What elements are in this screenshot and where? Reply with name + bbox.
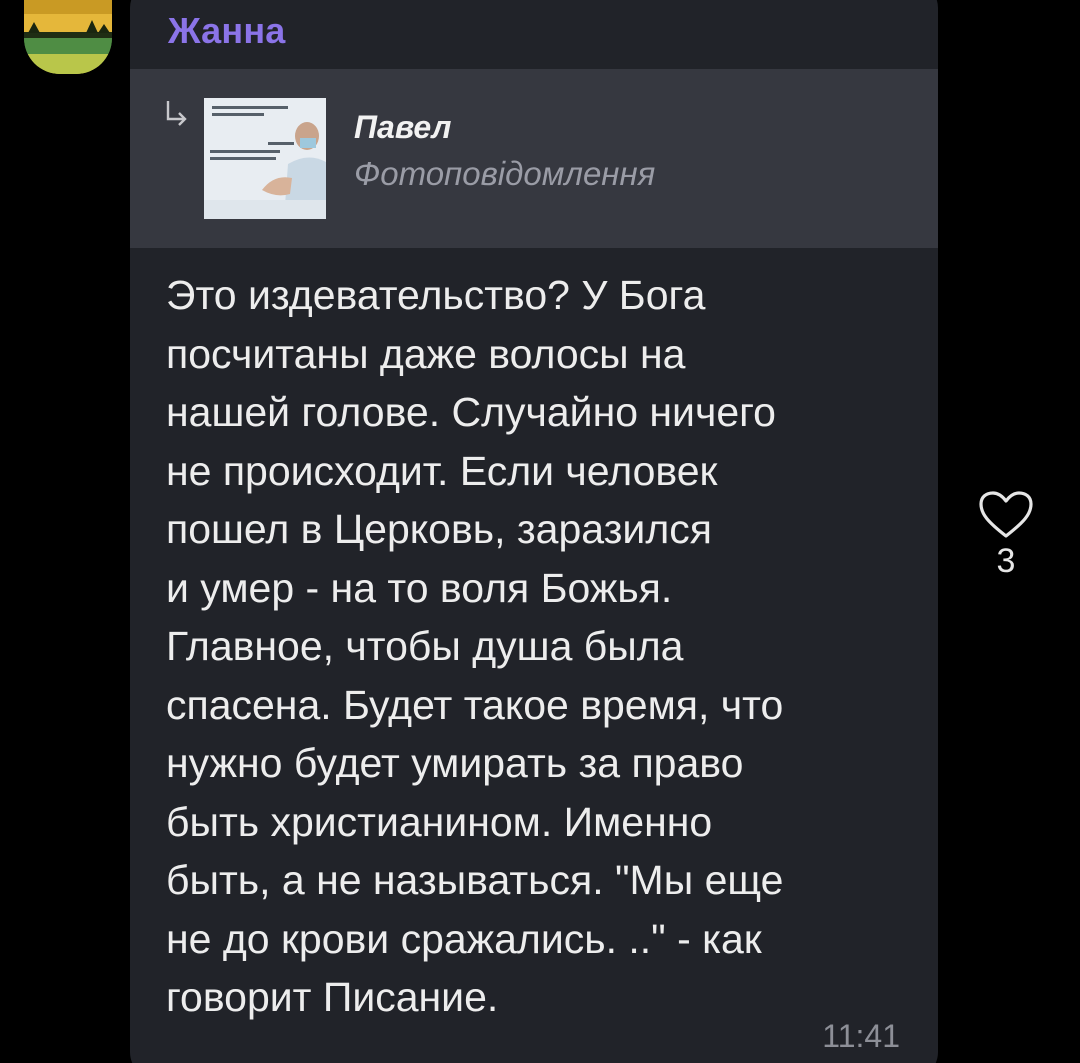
heart-reaction[interactable]: 3 xyxy=(973,490,1039,590)
sender-avatar[interactable] xyxy=(24,0,112,74)
reaction-count: 3 xyxy=(996,542,1016,580)
reply-author-name: Павел xyxy=(354,109,452,145)
heart-outline-icon[interactable] xyxy=(978,490,1034,540)
chat-screen: Жанна Павел Фотоповідомлення Это издеват… xyxy=(0,0,1080,1063)
sender-name[interactable]: Жанна xyxy=(168,10,286,52)
message-text: Это издевательство? У Бога посчитаны даж… xyxy=(166,272,784,1020)
message-time: 11:41 xyxy=(822,1018,900,1054)
reply-photo-thumbnail[interactable] xyxy=(204,98,326,219)
reply-media-type: Фотоповідомлення xyxy=(354,155,656,192)
reply-arrow-icon xyxy=(166,101,187,126)
photo-thumbnail-image xyxy=(204,98,326,219)
message-bubble[interactable]: Жанна Павел Фотоповідомлення Это издеват… xyxy=(130,0,938,1063)
reply-preview[interactable]: Павел Фотоповідомлення xyxy=(130,69,938,248)
sunset-lake-avatar-image xyxy=(24,0,112,74)
